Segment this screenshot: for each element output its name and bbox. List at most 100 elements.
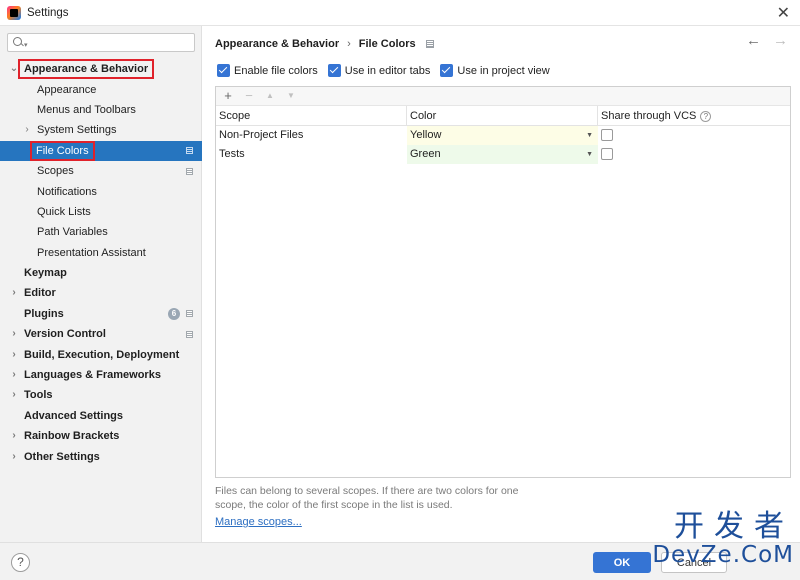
manage-scopes-link[interactable]: Manage scopes... [215,516,302,528]
settings-sidebar: ▾ ⌄ Appearance & Behavior Appearance Men… [0,26,202,542]
sidebar-item-file-colors[interactable]: File Colors [0,140,202,161]
help-icon[interactable]: ? [700,110,712,122]
chevron-right-icon[interactable]: › [9,324,19,344]
forward-arrow-icon[interactable]: → [773,32,788,49]
column-header-share-label: Share through VCS [601,110,697,122]
checkbox-checked-icon[interactable] [440,64,454,77]
close-icon[interactable]: ✕ [777,3,790,23]
dropdown-arrow-icon[interactable]: ▼ [586,126,593,145]
scope-cell[interactable]: Non-Project Files [216,126,407,145]
dialog-footer: ? OK Cancel [0,542,800,580]
sidebar-item-advanced-settings[interactable]: Advanced Settings [0,406,202,426]
sidebar-item-tools[interactable]: › Tools [0,385,202,405]
project-settings-icon [186,147,193,155]
chevron-down-icon[interactable]: ⌄ [9,59,19,79]
cancel-button[interactable]: Cancel [661,552,727,573]
checkbox-checked-icon[interactable] [217,64,230,77]
chevron-right-icon[interactable]: › [9,447,19,467]
sidebar-item-label: Plugins [24,307,64,320]
chevron-right-icon[interactable]: › [9,385,19,405]
sidebar-item-build-execution-deployment[interactable]: › Build, Execution, Deployment [0,344,202,364]
share-vcs-checkbox[interactable] [601,148,613,160]
project-settings-icon [186,310,193,318]
sidebar-item-rainbow-brackets[interactable]: › Rainbow Brackets [0,426,202,446]
file-colors-table-panel: + − ▲ ▼ Scope Color Share through VCS ? … [215,86,791,478]
search-icon [12,35,28,51]
breadcrumb: Appearance & Behavior › File Colors [215,36,434,52]
title-bar: Settings ✕ [0,0,800,26]
dropdown-arrow-icon[interactable]: ▼ [586,145,593,164]
sidebar-item-label: Editor [24,287,56,300]
color-cell[interactable]: Yellow ▼ [407,126,598,145]
sidebar-item-label: Path Variables [37,226,108,239]
sidebar-item-label: Keymap [24,267,67,280]
file-color-options: Enable file colors Use in editor tabs Us… [217,64,550,77]
use-in-editor-tabs-checkbox[interactable]: Use in editor tabs [327,64,431,77]
sidebar-item-menus-toolbars[interactable]: Menus and Toolbars [0,100,202,120]
checkbox-label: Use in editor tabs [344,64,431,77]
move-down-icon[interactable]: ▼ [285,89,297,103]
help-button[interactable]: ? [11,553,30,572]
color-value: Yellow [410,129,442,141]
sidebar-item-appearance[interactable]: Appearance [0,79,202,99]
sidebar-item-path-variables[interactable]: Path Variables [0,222,202,242]
sidebar-item-label: Build, Execution, Deployment [24,348,180,361]
move-up-icon[interactable]: ▲ [264,89,276,103]
chevron-right-icon[interactable]: › [9,283,19,303]
sidebar-item-plugins[interactable]: Plugins 6 [0,304,202,324]
share-vcs-checkbox[interactable] [601,129,613,141]
scope-description: Files can belong to several scopes. If t… [215,485,519,511]
update-count-badge: 6 [168,307,180,320]
color-cell[interactable]: Green ▼ [407,145,598,164]
column-header-color[interactable]: Color [407,106,598,126]
project-settings-icon [186,167,193,175]
breadcrumb-current: File Colors [358,38,416,50]
project-settings-icon [186,330,193,338]
search-input[interactable] [29,36,180,49]
table-row[interactable]: Tests Green ▼ [216,145,790,164]
sidebar-item-quick-lists[interactable]: Quick Lists [0,202,202,222]
sidebar-item-label: Appearance & Behavior [18,59,155,80]
sidebar-item-label: Presentation Assistant [37,246,146,259]
sidebar-item-label: System Settings [37,124,117,137]
sidebar-item-system-settings[interactable]: › System Settings [0,120,202,140]
scope-cell[interactable]: Tests [216,145,407,164]
settings-content: Appearance & Behavior › File Colors ← → … [203,26,800,542]
sidebar-item-notifications[interactable]: Notifications [0,181,202,201]
breadcrumb-parent[interactable]: Appearance & Behavior [215,38,339,50]
back-arrow-icon[interactable]: ← [746,32,761,49]
column-header-share[interactable]: Share through VCS ? [598,106,790,126]
add-icon[interactable]: + [222,89,234,103]
sidebar-item-label: Version Control [24,328,106,341]
sidebar-item-keymap[interactable]: Keymap [0,263,202,283]
sidebar-item-presentation-assistant[interactable]: Presentation Assistant [0,243,202,263]
use-in-project-view-checkbox[interactable]: Use in project view [440,64,550,77]
table-header: Scope Color Share through VCS ? [216,106,790,126]
sidebar-item-scopes[interactable]: Scopes [0,161,202,181]
enable-file-colors-checkbox[interactable]: Enable file colors [217,64,318,77]
share-cell [598,145,790,164]
checkbox-label: Enable file colors [234,64,318,77]
sidebar-item-label: Other Settings [24,450,100,463]
sidebar-item-label: Menus and Toolbars [37,103,136,116]
column-header-scope[interactable]: Scope [216,106,407,126]
chevron-right-icon[interactable]: › [9,426,19,446]
sidebar-item-label: Tools [24,389,53,402]
search-box[interactable]: ▾ [7,33,195,52]
checkbox-checked-icon[interactable] [327,64,341,77]
sidebar-item-editor[interactable]: › Editor [0,283,202,303]
chevron-right-icon[interactable]: › [9,365,19,385]
share-cell [598,126,790,145]
sidebar-item-version-control[interactable]: › Version Control [0,324,202,344]
sidebar-item-label: Rainbow Brackets [24,430,120,443]
chevron-right-icon[interactable]: › [9,345,19,365]
sidebar-item-other-settings[interactable]: › Other Settings [0,446,202,466]
sidebar-item-appearance-behavior[interactable]: ⌄ Appearance & Behavior [0,59,202,80]
sidebar-item-label: Languages & Frameworks [24,369,161,382]
chevron-right-icon[interactable]: › [22,120,32,140]
ok-button[interactable]: OK [593,552,651,573]
remove-icon[interactable]: − [243,89,255,103]
sidebar-item-label: File Colors [30,140,95,161]
sidebar-item-languages-frameworks[interactable]: › Languages & Frameworks [0,365,202,385]
table-row[interactable]: Non-Project Files Yellow ▼ [216,126,790,145]
